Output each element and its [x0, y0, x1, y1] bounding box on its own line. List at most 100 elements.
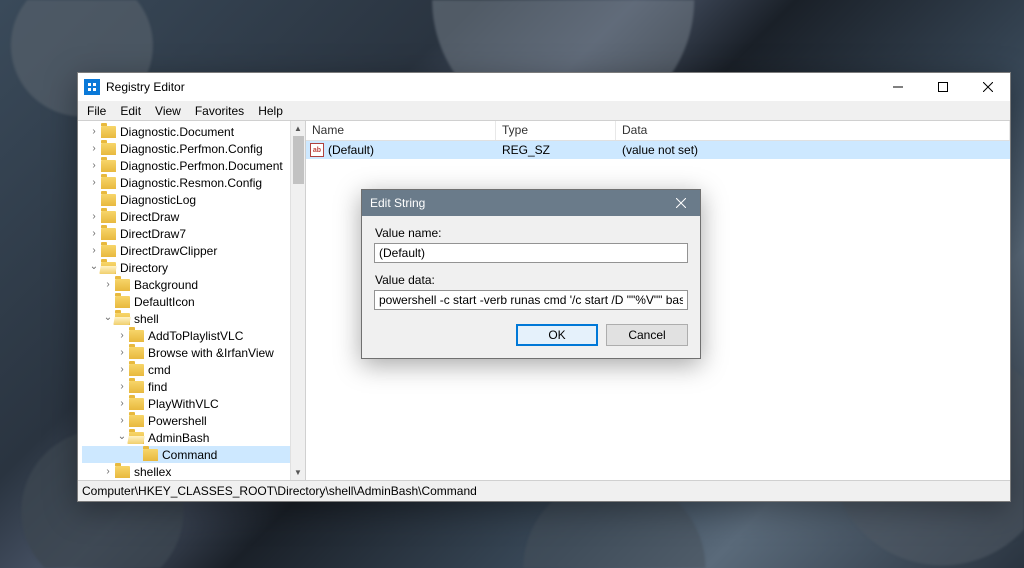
tree-item[interactable]: find — [82, 378, 290, 395]
tree-item[interactable]: PlayWithVLC — [82, 395, 290, 412]
maximize-button[interactable] — [920, 73, 965, 101]
value-name: (Default) — [328, 143, 374, 157]
tree-item[interactable]: Diagnostic.Resmon.Config — [82, 174, 290, 191]
folder-icon — [129, 398, 144, 410]
folder-icon — [101, 211, 116, 223]
value-data-input[interactable] — [374, 290, 688, 310]
tree-item[interactable]: Background — [82, 276, 290, 293]
col-type[interactable]: Type — [496, 121, 616, 140]
tree-item-label: DirectDraw7 — [120, 227, 186, 241]
folder-icon — [143, 449, 158, 461]
chevron-down-icon[interactable] — [102, 313, 114, 324]
tree-item[interactable]: Diagnostic.Document — [82, 123, 290, 140]
value-name-label: Value name: — [375, 226, 688, 240]
tree-item[interactable]: AddToPlaylistVLC — [82, 327, 290, 344]
edit-string-dialog: Edit String Value name: Value data: OK C… — [361, 189, 701, 359]
tree-item[interactable]: DirectDraw — [82, 208, 290, 225]
tree-item-label: shell — [134, 312, 159, 326]
folder-icon — [129, 364, 144, 376]
tree-item-label: AddToPlaylistVLC — [148, 329, 243, 343]
menu-view[interactable]: View — [148, 103, 188, 119]
tree-item-label: Directory — [120, 261, 168, 275]
tree-item-label: DiagnosticLog — [120, 193, 196, 207]
dialog-titlebar[interactable]: Edit String — [362, 190, 700, 216]
chevron-right-icon[interactable] — [88, 143, 100, 154]
folder-icon — [101, 177, 116, 189]
regedit-icon — [84, 79, 100, 95]
value-name-input[interactable] — [374, 243, 688, 263]
tree-item[interactable]: DirectDrawClipper — [82, 242, 290, 259]
tree-item-label: Browse with &IrfanView — [148, 346, 274, 360]
tree-pane: Diagnostic.DocumentDiagnostic.Perfmon.Co… — [78, 121, 306, 480]
menu-edit[interactable]: Edit — [113, 103, 148, 119]
list-row[interactable]: (Default)REG_SZ(value not set) — [306, 141, 1010, 159]
tree-item[interactable]: DiagnosticLog — [82, 191, 290, 208]
tree-item[interactable]: shell — [82, 310, 290, 327]
folder-icon — [101, 245, 116, 257]
menu-help[interactable]: Help — [251, 103, 290, 119]
tree-item[interactable]: DefaultIcon — [82, 293, 290, 310]
value-data-label: Value data: — [375, 273, 688, 287]
folder-icon — [101, 228, 116, 240]
tree-item[interactable]: Diagnostic.Perfmon.Config — [82, 140, 290, 157]
minimize-button[interactable] — [875, 73, 920, 101]
tree-item-label: Command — [162, 448, 217, 462]
menu-file[interactable]: File — [80, 103, 113, 119]
chevron-right-icon[interactable] — [116, 398, 128, 409]
tree-item[interactable]: Directory — [82, 259, 290, 276]
chevron-right-icon[interactable] — [116, 330, 128, 341]
tree-item[interactable]: Powershell — [82, 412, 290, 429]
tree-item[interactable]: Browse with &IrfanView — [82, 344, 290, 361]
chevron-right-icon[interactable] — [88, 211, 100, 222]
tree-item-label: shellex — [134, 465, 171, 479]
tree-item[interactable]: shellex — [82, 463, 290, 480]
minimize-icon — [893, 82, 903, 92]
chevron-right-icon[interactable] — [88, 160, 100, 171]
chevron-right-icon[interactable] — [88, 177, 100, 188]
chevron-right-icon[interactable] — [116, 415, 128, 426]
tree-item-label: DirectDraw — [120, 210, 179, 224]
tree-item[interactable]: cmd — [82, 361, 290, 378]
chevron-right-icon[interactable] — [116, 347, 128, 358]
tree-item-label: Diagnostic.Perfmon.Document — [120, 159, 283, 173]
cancel-button[interactable]: Cancel — [606, 324, 688, 346]
folder-icon — [129, 381, 144, 393]
list-header[interactable]: Name Type Data — [306, 121, 1010, 141]
tree-item[interactable]: Diagnostic.Perfmon.Document — [82, 157, 290, 174]
tree-item-label: PlayWithVLC — [148, 397, 219, 411]
close-icon — [676, 198, 686, 208]
tree-item-label: Background — [134, 278, 198, 292]
chevron-right-icon[interactable] — [116, 381, 128, 392]
chevron-right-icon[interactable] — [102, 466, 114, 477]
tree-item[interactable]: DirectDraw7 — [82, 225, 290, 242]
chevron-right-icon[interactable] — [88, 245, 100, 256]
tree-item-label: Diagnostic.Resmon.Config — [120, 176, 262, 190]
chevron-down-icon[interactable] — [116, 432, 128, 443]
ok-button[interactable]: OK — [516, 324, 598, 346]
scroll-down-icon[interactable]: ▼ — [291, 465, 305, 480]
tree-item[interactable]: AdminBash — [82, 429, 290, 446]
dialog-title: Edit String — [370, 196, 425, 210]
maximize-icon — [938, 82, 948, 92]
chevron-right-icon[interactable] — [88, 228, 100, 239]
statusbar-path: Computer\HKEY_CLASSES_ROOT\Directory\she… — [82, 484, 477, 498]
tree-scrollbar[interactable]: ▲ ▼ — [290, 121, 305, 480]
tree-item[interactable]: Command — [82, 446, 290, 463]
col-data[interactable]: Data — [616, 121, 1010, 140]
titlebar[interactable]: Registry Editor — [78, 73, 1010, 101]
close-button[interactable] — [965, 73, 1010, 101]
tree-item-label: AdminBash — [148, 431, 209, 445]
scroll-thumb[interactable] — [293, 136, 304, 184]
menu-favorites[interactable]: Favorites — [188, 103, 251, 119]
chevron-right-icon[interactable] — [116, 364, 128, 375]
chevron-right-icon[interactable] — [102, 279, 114, 290]
chevron-down-icon[interactable] — [88, 262, 100, 273]
col-name[interactable]: Name — [306, 121, 496, 140]
scroll-up-icon[interactable]: ▲ — [291, 121, 305, 136]
dialog-close-button[interactable] — [662, 190, 700, 216]
chevron-right-icon[interactable] — [88, 126, 100, 137]
value-data: (value not set) — [616, 143, 1010, 157]
folder-icon — [101, 160, 116, 172]
registry-tree[interactable]: Diagnostic.DocumentDiagnostic.Perfmon.Co… — [78, 121, 290, 480]
tree-item-label: Diagnostic.Document — [120, 125, 234, 139]
